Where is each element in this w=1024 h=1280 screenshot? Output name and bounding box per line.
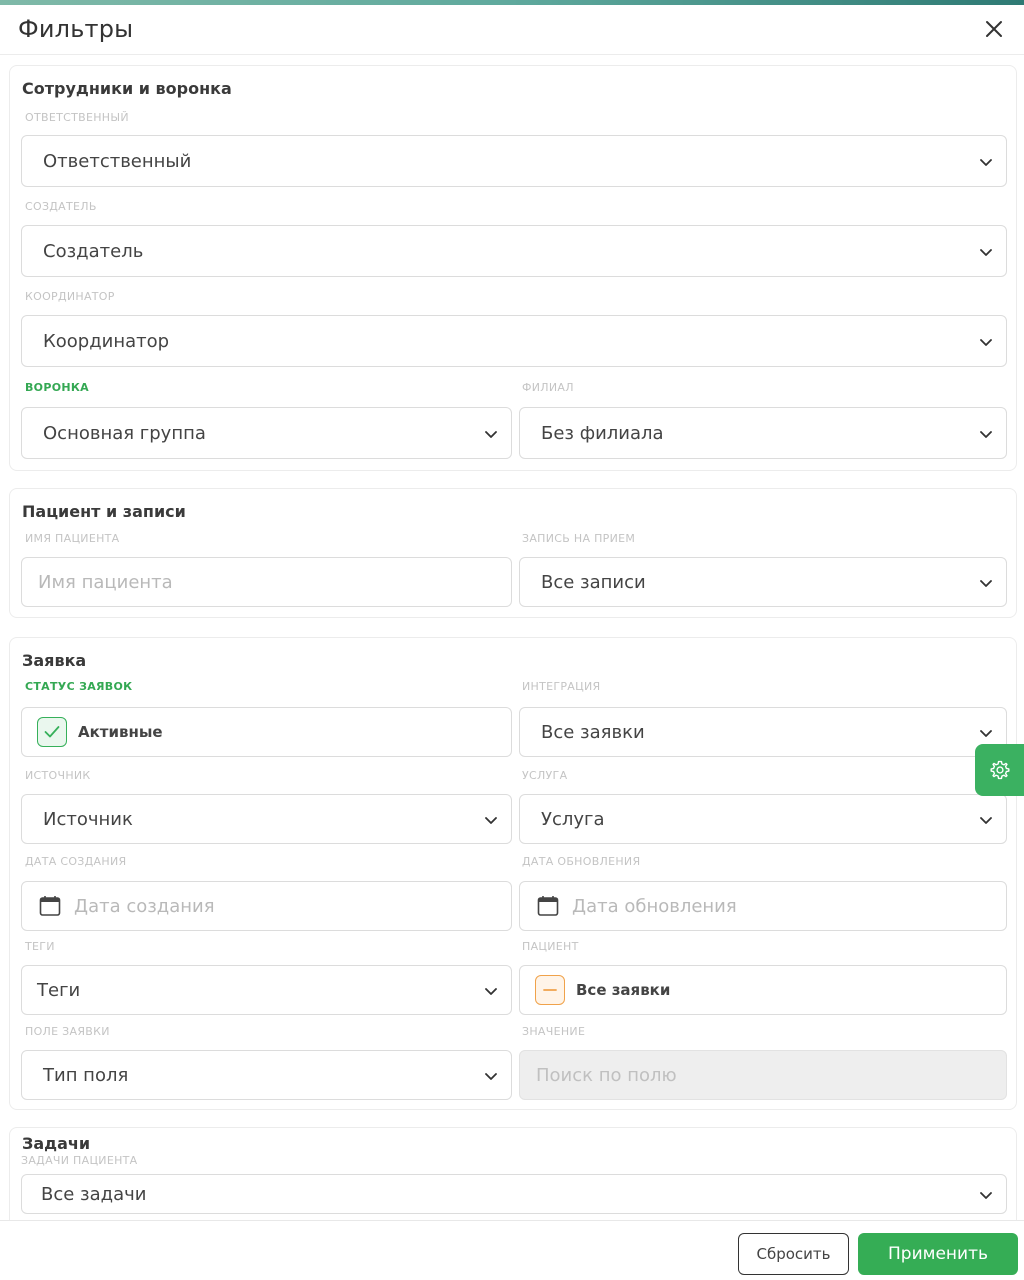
created-date-input[interactable]: Дата создания	[21, 881, 512, 931]
status-label: СТАТУС ЗАЯВОК	[25, 680, 133, 693]
creator-value: Создатель	[43, 240, 144, 262]
integration-select[interactable]: Все заявки	[519, 707, 1007, 757]
chevron-down-icon	[485, 431, 497, 438]
tags-value: Теги	[37, 979, 81, 1001]
patient-name-input[interactable]: Имя пациента	[21, 557, 512, 607]
chevron-down-icon	[980, 431, 992, 438]
patient-tasks-label: ЗАДАЧИ ПАЦИЕНТА	[21, 1154, 138, 1167]
patient-tasks-select[interactable]: Все задачи	[21, 1174, 1007, 1214]
gear-icon	[990, 760, 1009, 780]
updated-date-input[interactable]: Дата обновления	[519, 881, 1007, 931]
creator-select[interactable]: Создатель	[21, 225, 1007, 277]
chevron-down-icon	[980, 580, 992, 587]
patient-name-label: ИМЯ ПАЦИЕНТА	[25, 532, 120, 545]
coordinator-select[interactable]: Координатор	[21, 315, 1007, 367]
chevron-down-icon	[980, 730, 992, 737]
creator-label: СОЗДАТЕЛЬ	[25, 200, 97, 213]
created-date-label: ДАТА СОЗДАНИЯ	[25, 855, 127, 868]
service-select[interactable]: Услуга	[519, 794, 1007, 844]
funnel-label: ВОРОНКА	[25, 381, 89, 394]
patient-section-title: Пациент и записи	[22, 502, 186, 521]
patient-checkbox-label: Все заявки	[576, 981, 671, 999]
branch-value: Без филиала	[541, 422, 664, 444]
field-value-input: Поиск по полю	[519, 1050, 1007, 1100]
minus-icon	[543, 989, 557, 991]
status-checkbox-field[interactable]: Активные	[21, 707, 512, 757]
active-checkbox[interactable]	[37, 717, 67, 747]
coordinator-label: КООРДИНАТОР	[25, 290, 115, 303]
tasks-section-title: Задачи	[22, 1134, 91, 1153]
tags-label: ТЕГИ	[25, 940, 55, 953]
appointment-label: ЗАПИСЬ НА ПРИЕМ	[522, 532, 636, 545]
coordinator-value: Координатор	[43, 330, 170, 352]
funnel-select[interactable]: Основная группа	[21, 407, 512, 459]
request-field-select[interactable]: Тип поля	[21, 1050, 512, 1100]
field-value-label: ЗНАЧЕНИЕ	[522, 1025, 586, 1038]
chevron-down-icon	[980, 159, 992, 166]
source-value: Источник	[43, 808, 133, 830]
created-date-placeholder: Дата создания	[74, 895, 215, 917]
staff-section: Сотрудники и воронка ОТВЕТСТВЕННЫЙ Ответ…	[9, 65, 1017, 471]
appointment-select[interactable]: Все записи	[519, 557, 1007, 607]
check-icon	[44, 726, 60, 738]
chevron-down-icon	[980, 339, 992, 346]
request-field-label: ПОЛЕ ЗАЯВКИ	[25, 1025, 110, 1038]
calendar-icon	[537, 896, 559, 916]
service-label: УСЛУГА	[522, 769, 568, 782]
request-section: Заявка СТАТУС ЗАЯВОК Активные ИНТЕГРАЦИЯ…	[9, 637, 1017, 1110]
source-label: ИСТОЧНИК	[25, 769, 91, 782]
modal-header: Фильтры	[0, 5, 1024, 55]
chevron-down-icon	[980, 817, 992, 824]
request-field-value: Тип поля	[43, 1064, 129, 1086]
branch-label: ФИЛИАЛ	[522, 381, 574, 394]
modal-footer: Сбросить Применить	[0, 1220, 1024, 1280]
chevron-down-icon	[980, 249, 992, 256]
patient-tasks-value: Все задачи	[41, 1183, 147, 1205]
settings-tab[interactable]	[975, 744, 1024, 796]
close-icon[interactable]	[982, 17, 1006, 41]
integration-value: Все заявки	[541, 721, 645, 743]
patient-checkbox-field[interactable]: Все заявки	[519, 965, 1007, 1015]
patient-checkbox[interactable]	[535, 975, 565, 1005]
chevron-down-icon	[980, 1192, 992, 1199]
patient-section: Пациент и записи ИМЯ ПАЦИЕНТА Имя пациен…	[9, 488, 1017, 618]
updated-date-placeholder: Дата обновления	[572, 895, 737, 917]
branch-select[interactable]: Без филиала	[519, 407, 1007, 459]
staff-section-title: Сотрудники и воронка	[22, 79, 232, 98]
updated-date-label: ДАТА ОБНОВЛЕНИЯ	[522, 855, 641, 868]
responsible-label: ОТВЕТСТВЕННЫЙ	[25, 111, 129, 124]
service-value: Услуга	[541, 808, 605, 830]
active-checkbox-label: Активные	[78, 723, 163, 741]
chevron-down-icon	[485, 1073, 497, 1080]
responsible-select[interactable]: Ответственный	[21, 135, 1007, 187]
appointment-value: Все записи	[541, 571, 646, 593]
reset-button[interactable]: Сбросить	[738, 1233, 849, 1275]
modal-title: Фильтры	[18, 15, 134, 43]
source-select[interactable]: Источник	[21, 794, 512, 844]
apply-button[interactable]: Применить	[858, 1233, 1018, 1275]
field-value-placeholder: Поиск по полю	[536, 1064, 677, 1086]
patient-filter-label: ПАЦИЕНТ	[522, 940, 579, 953]
request-section-title: Заявка	[22, 651, 87, 670]
chevron-down-icon	[485, 988, 497, 995]
calendar-icon	[39, 896, 61, 916]
tags-select[interactable]: Теги	[21, 965, 512, 1015]
responsible-value: Ответственный	[43, 150, 192, 172]
chevron-down-icon	[485, 817, 497, 824]
funnel-value: Основная группа	[43, 422, 206, 444]
integration-label: ИНТЕГРАЦИЯ	[522, 680, 601, 693]
patient-name-placeholder: Имя пациента	[38, 571, 173, 593]
